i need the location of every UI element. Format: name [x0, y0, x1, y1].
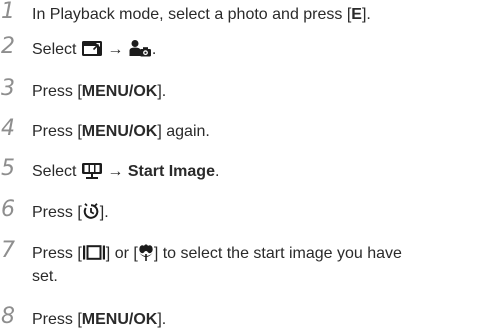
- step-text: Press [] or [] to select the start image…: [32, 242, 472, 288]
- step-text-line-2: set.: [32, 268, 58, 285]
- self-timer-icon: [82, 202, 100, 220]
- step-number: 8: [1, 304, 15, 329]
- display-icon: [82, 244, 106, 261]
- step-text: Select → Start Image.: [32, 162, 220, 180]
- menu-option-label: Start Image: [127, 163, 215, 180]
- step-text: Press [MENU/OK].: [32, 311, 167, 328]
- key-label: MENU/OK: [81, 83, 158, 100]
- step-number: 6: [1, 197, 15, 222]
- step-text: In Playback mode, select a photo and pre…: [32, 6, 371, 23]
- key-label: MENU/OK: [81, 311, 158, 328]
- key-label: E: [351, 6, 362, 23]
- macro-icon: [138, 244, 154, 261]
- person-camera-icon: [128, 39, 152, 57]
- step-text: Select → .: [32, 39, 157, 58]
- step-text: Press [].: [32, 202, 109, 221]
- step-number: 3: [1, 76, 15, 101]
- step-number: 4: [1, 116, 15, 141]
- step-text-line-1: Press [] or [] to select the start image…: [32, 244, 402, 262]
- step-text: Press [MENU/OK].: [32, 83, 167, 100]
- step-number: 5: [1, 156, 15, 181]
- step-number: 2: [1, 34, 15, 59]
- key-label: MENU/OK: [81, 123, 158, 140]
- edit-frame-icon: [81, 40, 103, 57]
- step-text: Press [MENU/OK] again.: [32, 123, 210, 140]
- slideshow-icon: [81, 162, 103, 179]
- step-number: 1: [1, 0, 15, 24]
- step-number: 7: [1, 238, 15, 263]
- instruction-steps: 1 In Playback mode, select a photo and p…: [0, 0, 487, 334]
